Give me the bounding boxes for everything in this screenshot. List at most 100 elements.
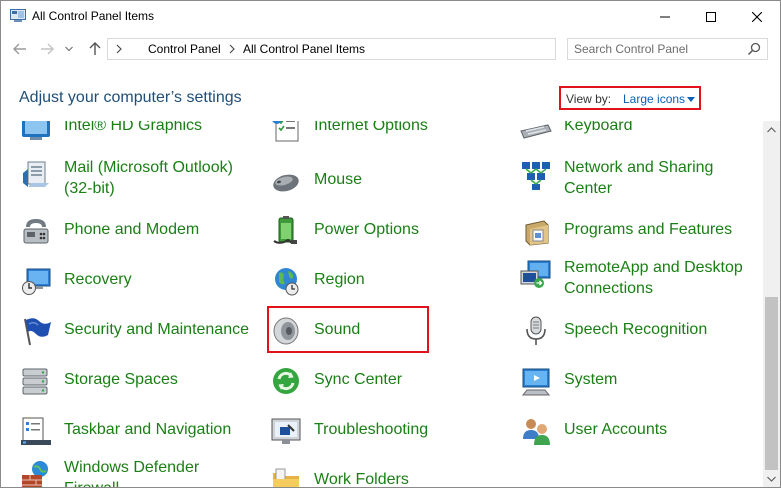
item-label: Work Folders <box>314 471 409 487</box>
item-keyboard[interactable]: Keyboard <box>520 121 760 155</box>
recent-locations-button[interactable] <box>61 41 77 57</box>
item-region[interactable]: Region <box>270 263 510 309</box>
search-input[interactable] <box>574 42 739 56</box>
troubleshooting-icon <box>271 418 301 444</box>
item-power-options[interactable]: Power Options <box>270 213 510 259</box>
item-system[interactable]: System <box>520 363 760 409</box>
control-panel-icon <box>10 9 26 22</box>
item-label: Recovery <box>64 271 132 288</box>
search-icon[interactable] <box>747 42 761 56</box>
item-programs-features[interactable]: Programs and Features <box>520 213 760 259</box>
vertical-scrollbar[interactable] <box>763 121 780 487</box>
item-user-accounts[interactable]: User Accounts <box>520 413 760 459</box>
minimize-button[interactable] <box>642 1 688 33</box>
search-box[interactable] <box>567 38 768 60</box>
item-intel-graphics[interactable]: Intel® HD Graphics <box>20 121 260 155</box>
item-label: Storage Spaces <box>64 371 178 388</box>
address-bar[interactable]: Control Panel All Control Panel Items <box>107 38 655 60</box>
programs-icon <box>525 220 549 246</box>
item-work-folders[interactable]: Work Folders <box>270 463 510 487</box>
close-button[interactable] <box>734 1 780 33</box>
scroll-up-button[interactable] <box>763 121 780 138</box>
view-by-dropdown[interactable]: Large icons <box>623 92 685 106</box>
maximize-icon <box>706 12 716 22</box>
sound-highlight-box <box>267 306 429 353</box>
up-button[interactable] <box>87 41 103 57</box>
view-by-selector[interactable]: View by: Large icons <box>559 86 701 110</box>
folder-icon <box>273 468 299 487</box>
internet-options-icon <box>272 121 299 142</box>
back-button[interactable] <box>12 41 28 57</box>
breadcrumb-chevron-icon <box>116 44 122 54</box>
user-accounts-icon <box>523 419 550 445</box>
item-label: Keyboard <box>564 121 633 134</box>
flag-icon <box>24 318 51 346</box>
item-mouse[interactable]: Mouse <box>270 163 510 209</box>
mail-icon <box>23 161 49 187</box>
item-label: Windows Defender Firewall <box>64 459 200 487</box>
up-arrow-icon <box>89 42 101 55</box>
item-security-maintenance[interactable]: Security and Maintenance <box>20 313 260 359</box>
title-bar: All Control Panel Items <box>1 1 780 33</box>
item-label: Troubleshooting <box>314 421 429 438</box>
system-icon <box>521 368 551 396</box>
firewall-icon <box>22 461 48 487</box>
intel-graphics-icon <box>22 121 50 140</box>
item-windows-firewall[interactable]: Windows Defender Firewall <box>20 457 260 487</box>
maximize-button[interactable] <box>688 1 734 33</box>
item-label: Security and Maintenance <box>64 321 249 338</box>
item-label: Programs and Features <box>564 221 733 238</box>
chevron-down-icon <box>767 476 776 482</box>
back-arrow-icon <box>13 43 26 55</box>
remoteapp-icon <box>520 260 551 288</box>
window-title: All Control Panel Items <box>32 9 155 23</box>
breadcrumb-separator-icon[interactable] <box>229 44 235 54</box>
page-title: Adjust your computer’s settings <box>19 89 242 106</box>
item-label: Region <box>314 271 365 288</box>
close-icon <box>752 12 762 22</box>
item-mail[interactable]: Mail (Microsoft Outlook) (32-bit) <box>20 157 260 203</box>
phone-modem-icon <box>23 219 49 244</box>
power-options-icon <box>273 216 297 244</box>
item-label: Taskbar and Navigation <box>64 421 232 438</box>
item-speech-recognition[interactable]: Speech Recognition <box>520 313 760 359</box>
item-phone-modem[interactable]: Phone and Modem <box>20 213 260 259</box>
taskbar-icon <box>21 417 51 445</box>
scroll-down-button[interactable] <box>763 470 780 487</box>
item-label: System <box>564 371 618 388</box>
item-storage-spaces[interactable]: Storage Spaces <box>20 363 260 409</box>
item-sync-center[interactable]: Sync Center <box>270 363 510 409</box>
item-label: Network and Sharing Center <box>564 159 714 197</box>
mouse-icon <box>273 174 299 192</box>
view-by-label: View by: <box>566 92 612 106</box>
item-recovery[interactable]: Recovery <box>20 263 260 309</box>
control-panel-window: All Control Panel Items Control Panel Al… <box>0 0 781 488</box>
forward-button[interactable] <box>39 41 55 57</box>
item-troubleshooting[interactable]: Troubleshooting <box>270 413 510 459</box>
dropdown-arrow-icon <box>687 97 695 102</box>
item-remoteapp[interactable]: RemoteApp and Desktop Connections <box>520 257 760 303</box>
item-label: Mouse <box>314 171 363 188</box>
recovery-icon <box>22 268 51 295</box>
item-internet-options[interactable]: Internet Options <box>270 121 510 155</box>
breadcrumb-all-items[interactable]: All Control Panel Items <box>243 42 365 56</box>
item-label: RemoteApp and Desktop Connections <box>564 259 743 297</box>
keyboard-icon <box>520 124 552 139</box>
item-label: Sync Center <box>314 371 403 388</box>
item-label: User Accounts <box>564 421 668 438</box>
globe-icon <box>275 268 299 296</box>
microphone-icon <box>526 316 546 345</box>
item-taskbar-navigation[interactable]: Taskbar and Navigation <box>20 413 260 459</box>
network-icon <box>522 162 550 190</box>
storage-spaces-icon <box>22 368 48 395</box>
item-label: Power Options <box>314 221 419 238</box>
chevron-up-icon <box>767 126 776 132</box>
item-network-sharing[interactable]: Network and Sharing Center <box>520 157 760 203</box>
scroll-thumb[interactable] <box>765 297 778 470</box>
item-label: Mail (Microsoft Outlook) (32-bit) <box>64 159 233 197</box>
sync-icon <box>273 368 299 394</box>
item-label: Phone and Modem <box>64 221 200 238</box>
item-label: Speech Recognition <box>564 321 708 338</box>
items-pane: Intel® HD Graphics Mail (Microsoft Outlo… <box>1 121 763 487</box>
breadcrumb-control-panel[interactable]: Control Panel <box>148 42 221 56</box>
